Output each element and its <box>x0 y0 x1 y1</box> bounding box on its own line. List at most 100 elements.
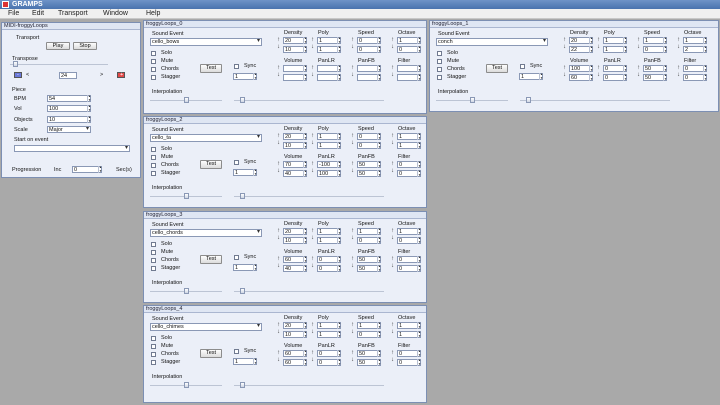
menu-transport[interactable]: Transport <box>58 9 88 19</box>
speed-spin-icon[interactable]: ▴ ▾ <box>377 36 381 44</box>
poly-spin-icon[interactable]: ▴ ▾ <box>337 330 341 338</box>
sync-spin-icon[interactable]: ▴ ▾ <box>539 72 543 80</box>
panfb-spin-icon[interactable]: ▴ ▾ <box>377 64 381 72</box>
density-spin-icon[interactable]: ▴ ▾ <box>303 141 307 149</box>
sound-event-select[interactable]: cello_ta <box>150 134 262 142</box>
mute-checkbox[interactable] <box>151 155 156 160</box>
speed-spin-icon[interactable]: ▴ ▾ <box>377 236 381 244</box>
panlr-spin-icon[interactable]: ▴ ▾ <box>337 349 341 357</box>
octave-spin-icon[interactable]: ▴ ▾ <box>417 227 421 235</box>
sync-checkbox[interactable] <box>234 64 239 69</box>
interpolation-slider-thumb[interactable] <box>184 382 189 388</box>
vol-spin-icon[interactable]: ▴ ▾ <box>87 104 91 112</box>
panlr-spin-icon[interactable]: ▴ ▾ <box>337 255 341 263</box>
density-spin-icon[interactable]: ▴ ▾ <box>589 45 593 53</box>
pan-slider-thumb[interactable] <box>240 193 245 199</box>
solo-checkbox[interactable] <box>151 51 156 56</box>
sync-spin-icon[interactable]: ▴ ▾ <box>253 357 257 365</box>
pan-slider-thumb[interactable] <box>240 97 245 103</box>
speed-spin-icon[interactable]: ▴ ▾ <box>663 45 667 53</box>
solo-checkbox[interactable] <box>151 147 156 152</box>
filter-spin-icon[interactable]: ▴ ▾ <box>417 73 421 81</box>
interpolation-slider-thumb[interactable] <box>470 97 475 103</box>
density-spin-icon[interactable]: ▴ ▾ <box>303 321 307 329</box>
sound-event-select[interactable]: cello_chords <box>150 229 262 237</box>
mute-checkbox[interactable] <box>151 250 156 255</box>
sync-spin-icon[interactable]: ▴ ▾ <box>253 168 257 176</box>
density-spin-icon[interactable]: ▴ ▾ <box>303 45 307 53</box>
poly-spin-icon[interactable]: ▴ ▾ <box>623 36 627 44</box>
filter-spin-icon[interactable]: ▴ ▾ <box>703 64 707 72</box>
stagger-checkbox[interactable] <box>437 75 442 80</box>
octave-spin-icon[interactable]: ▴ ▾ <box>417 236 421 244</box>
transpose-slider-thumb[interactable] <box>13 61 18 67</box>
pan-slider-thumb[interactable] <box>526 97 531 103</box>
test-button[interactable]: Test <box>200 64 222 73</box>
density-spin-icon[interactable]: ▴ ▾ <box>303 236 307 244</box>
octave-spin-icon[interactable]: ▴ ▾ <box>703 36 707 44</box>
speed-spin-icon[interactable]: ▴ ▾ <box>377 330 381 338</box>
test-button[interactable]: Test <box>200 349 222 358</box>
density-spin-icon[interactable]: ▴ ▾ <box>303 132 307 140</box>
panlr-spin-icon[interactable]: ▴ ▾ <box>337 264 341 272</box>
volume-spin-icon[interactable]: ▴ ▾ <box>303 64 307 72</box>
chords-checkbox[interactable] <box>437 67 442 72</box>
filter-spin-icon[interactable]: ▴ ▾ <box>417 64 421 72</box>
volume-spin-icon[interactable]: ▴ ▾ <box>589 64 593 72</box>
panfb-spin-icon[interactable]: ▴ ▾ <box>377 358 381 366</box>
filter-spin-icon[interactable]: ▴ ▾ <box>417 169 421 177</box>
speed-spin-icon[interactable]: ▴ ▾ <box>663 36 667 44</box>
bpm-input[interactable]: 54 <box>47 95 91 102</box>
mute-checkbox[interactable] <box>151 59 156 64</box>
octave-spin-icon[interactable]: ▴ ▾ <box>417 330 421 338</box>
objects-input[interactable]: 10 <box>47 116 91 123</box>
panlr-spin-icon[interactable]: ▴ ▾ <box>337 73 341 81</box>
speed-spin-icon[interactable]: ▴ ▾ <box>377 227 381 235</box>
menu-help[interactable]: Help <box>146 9 160 19</box>
octave-spin-icon[interactable]: ▴ ▾ <box>417 36 421 44</box>
transpose-slider-track[interactable] <box>10 64 108 65</box>
density-spin-icon[interactable]: ▴ ▾ <box>303 36 307 44</box>
panfb-spin-icon[interactable]: ▴ ▾ <box>377 255 381 263</box>
poly-spin-icon[interactable]: ▴ ▾ <box>623 45 627 53</box>
test-button[interactable]: Test <box>486 64 508 73</box>
panfb-spin-icon[interactable]: ▴ ▾ <box>377 169 381 177</box>
menu-edit[interactable]: Edit <box>32 9 44 19</box>
volume-spin-icon[interactable]: ▴ ▾ <box>303 358 307 366</box>
panlr-spin-icon[interactable]: ▴ ▾ <box>337 358 341 366</box>
pan-slider-track[interactable] <box>520 100 670 101</box>
interpolation-slider-thumb[interactable] <box>184 193 189 199</box>
panfb-spin-icon[interactable]: ▴ ▾ <box>377 73 381 81</box>
menu-window[interactable]: Window <box>103 9 128 19</box>
solo-checkbox[interactable] <box>151 336 156 341</box>
panlr-spin-icon[interactable]: ▴ ▾ <box>623 73 627 81</box>
test-button[interactable]: Test <box>200 160 222 169</box>
volume-spin-icon[interactable]: ▴ ▾ <box>303 73 307 81</box>
octave-spin-icon[interactable]: ▴ ▾ <box>703 45 707 53</box>
sync-checkbox[interactable] <box>234 160 239 165</box>
density-spin-icon[interactable]: ▴ ▾ <box>589 36 593 44</box>
filter-spin-icon[interactable]: ▴ ▾ <box>417 264 421 272</box>
sound-event-select[interactable]: cello_chimes <box>150 323 262 331</box>
octave-spin-icon[interactable]: ▴ ▾ <box>417 132 421 140</box>
panfb-spin-icon[interactable]: ▴ ▾ <box>663 73 667 81</box>
sync-checkbox[interactable] <box>234 349 239 354</box>
stagger-checkbox[interactable] <box>151 360 156 365</box>
interpolation-slider-thumb[interactable] <box>184 97 189 103</box>
inc-spin-icon[interactable]: ▴ ▾ <box>98 165 102 173</box>
pan-slider-track[interactable] <box>234 385 384 386</box>
octave-spin-icon[interactable]: ▴ ▾ <box>417 141 421 149</box>
panlr-spin-icon[interactable]: ▴ ▾ <box>337 64 341 72</box>
test-button[interactable]: Test <box>200 255 222 264</box>
panlr-spin-icon[interactable]: ▴ ▾ <box>337 160 341 168</box>
panlr-spin-icon[interactable]: ▴ ▾ <box>623 64 627 72</box>
octave-spin-icon[interactable]: ▴ ▾ <box>417 321 421 329</box>
transpose-plus-button[interactable]: + <box>117 72 125 78</box>
pan-slider-track[interactable] <box>234 196 384 197</box>
menu-file[interactable]: File <box>8 9 19 19</box>
poly-spin-icon[interactable]: ▴ ▾ <box>337 236 341 244</box>
speed-spin-icon[interactable]: ▴ ▾ <box>377 132 381 140</box>
poly-spin-icon[interactable]: ▴ ▾ <box>337 141 341 149</box>
start-event-select[interactable] <box>14 145 130 152</box>
mute-checkbox[interactable] <box>437 59 442 64</box>
